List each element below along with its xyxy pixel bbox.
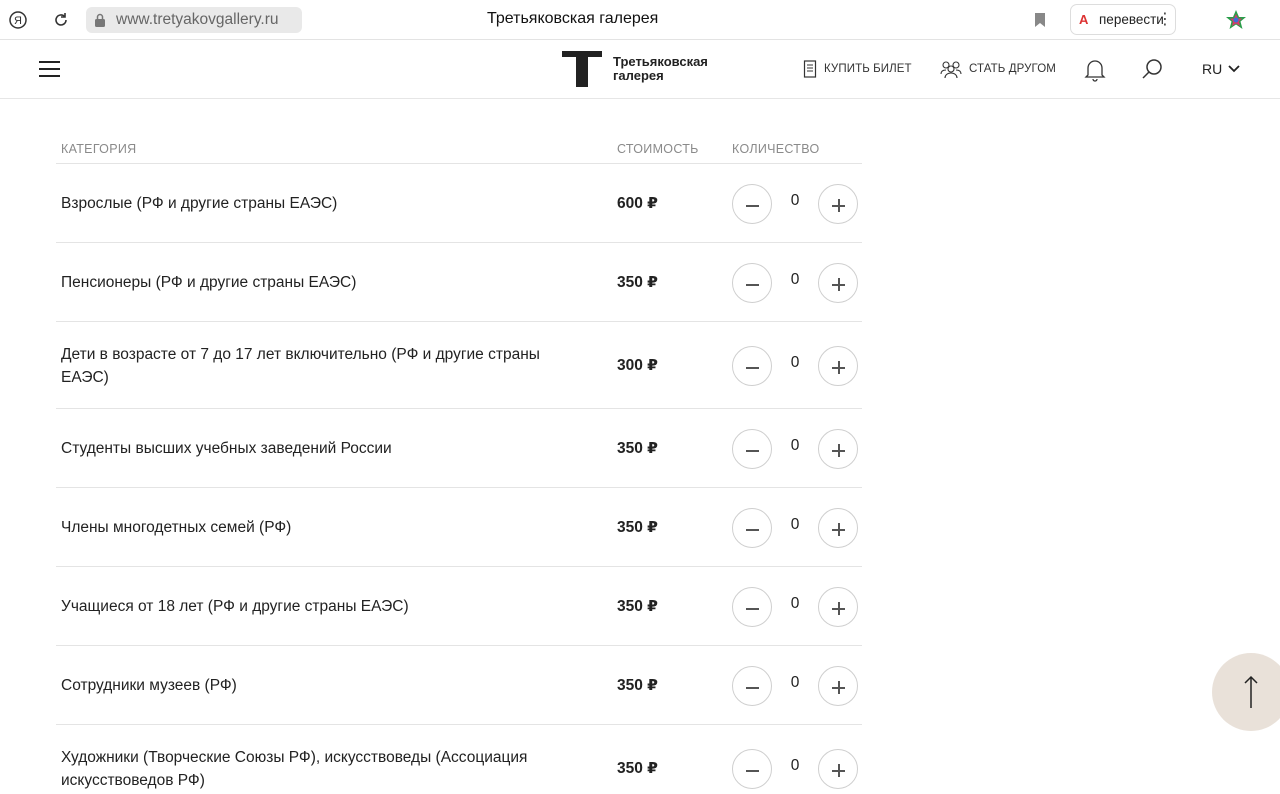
- yandex-icon[interactable]: Я: [6, 8, 30, 32]
- bell-icon[interactable]: [1084, 58, 1106, 82]
- quantity-value: 0: [790, 757, 800, 774]
- price-value: 350 ₽: [617, 519, 658, 536]
- quantity-value: 0: [790, 192, 800, 209]
- more-icon[interactable]: ⋮: [1157, 9, 1173, 29]
- price-value: 600 ₽: [617, 195, 658, 212]
- ticket-table: КАТЕГОРИЯ СТОИМОСТЬ КОЛИЧЕСТВО Взрослые …: [56, 130, 862, 794]
- quantity-value: 0: [790, 674, 800, 691]
- increase-quantity-button[interactable]: [818, 184, 858, 224]
- price-value: 350 ₽: [617, 440, 658, 457]
- increase-quantity-button[interactable]: [818, 429, 858, 469]
- buy-ticket-link[interactable]: КУПИТЬ БИЛЕТ: [803, 58, 912, 80]
- table-row: Дети в возрасте от 7 до 17 лет включител…: [56, 322, 862, 409]
- price-value: 350 ₽: [617, 274, 658, 291]
- column-price: СТОИМОСТЬ: [617, 142, 699, 156]
- logo-line-1: Третьяковская: [613, 54, 708, 69]
- table-row: Взрослые (РФ и другие страны ЕАЭС) 600 ₽ 0: [56, 164, 862, 243]
- category-label: Пенсионеры (РФ и другие страны ЕАЭС): [61, 274, 357, 291]
- become-friend-link[interactable]: СТАТЬ ДРУГОМ: [940, 58, 1056, 80]
- svg-text:Я: Я: [14, 15, 22, 27]
- extension-icon[interactable]: [1224, 8, 1248, 32]
- table-row: Сотрудники музеев (РФ) 350 ₽ 0: [56, 646, 862, 725]
- table-row: Учащиеся от 18 лет (РФ и другие страны Е…: [56, 567, 862, 646]
- price-value: 350 ₽: [617, 677, 658, 694]
- quantity-value: 0: [790, 437, 800, 454]
- category-label: Взрослые (РФ и другие страны ЕАЭС): [61, 195, 338, 212]
- category-label: Дети в возрасте от 7 до 17 лет включител…: [61, 346, 540, 386]
- price-value: 350 ₽: [617, 598, 658, 615]
- table-header: КАТЕГОРИЯ СТОИМОСТЬ КОЛИЧЕСТВО: [56, 130, 862, 164]
- ticket-icon: [803, 60, 817, 78]
- table-row: Художники (Творческие Союзы РФ), искусст…: [56, 725, 862, 794]
- site-header: Третьяковская галерея КУПИТЬ БИЛЕТ СТАТЬ…: [0, 40, 1280, 99]
- become-friend-label: СТАТЬ ДРУГОМ: [969, 63, 1056, 75]
- quantity-value: 0: [790, 595, 800, 612]
- arrow-up-icon: [1244, 675, 1258, 708]
- decrease-quantity-button[interactable]: [732, 184, 772, 224]
- category-label: Сотрудники музеев (РФ): [61, 677, 237, 694]
- quantity-value: 0: [790, 516, 800, 533]
- buy-ticket-label: КУПИТЬ БИЛЕТ: [824, 63, 912, 75]
- page-title: Третьяковская галерея: [487, 10, 659, 27]
- logo-text[interactable]: Третьяковская галерея: [613, 55, 733, 83]
- scroll-to-top-button[interactable]: [1212, 653, 1280, 731]
- category-label: Студенты высших учебных заведений России: [61, 440, 392, 457]
- table-row: Студенты высших учебных заведений России…: [56, 409, 862, 488]
- language-label: RU: [1202, 61, 1223, 77]
- price-value: 350 ₽: [617, 760, 658, 777]
- category-label: Художники (Творческие Союзы РФ), искусст…: [61, 749, 528, 789]
- category-label: Учащиеся от 18 лет (РФ и другие страны Е…: [61, 598, 409, 615]
- price-value: 300 ₽: [617, 357, 658, 374]
- search-icon[interactable]: [1141, 58, 1163, 82]
- increase-quantity-button[interactable]: [818, 587, 858, 627]
- decrease-quantity-button[interactable]: [732, 508, 772, 548]
- table-row: Пенсионеры (РФ и другие страны ЕАЭС) 350 …: [56, 243, 862, 322]
- address-bar[interactable]: www.tretyakovgallery.ru: [86, 7, 302, 33]
- reload-icon[interactable]: [49, 8, 73, 32]
- decrease-quantity-button[interactable]: [732, 346, 772, 386]
- increase-quantity-button[interactable]: [818, 346, 858, 386]
- bookmark-icon[interactable]: [1034, 12, 1046, 28]
- url-text: www.tretyakovgallery.ru: [116, 11, 279, 28]
- chevron-down-icon: [1228, 65, 1240, 73]
- translate-button[interactable]: A перевести ⋮: [1070, 4, 1176, 35]
- translate-icon: A: [1079, 12, 1089, 27]
- quantity-value: 0: [790, 354, 800, 371]
- language-selector[interactable]: RU: [1202, 61, 1240, 77]
- increase-quantity-button[interactable]: [818, 749, 858, 789]
- logo-line-2: галерея: [613, 68, 664, 83]
- category-label: Члены многодетных семей (РФ): [61, 519, 292, 536]
- logo-icon[interactable]: [562, 51, 602, 87]
- increase-quantity-button[interactable]: [818, 263, 858, 303]
- browser-toolbar: Я www.tretyakovgallery.ru Третьяковская …: [0, 0, 1280, 40]
- translate-label: перевести: [1099, 12, 1164, 27]
- users-icon: [940, 61, 962, 78]
- decrease-quantity-button[interactable]: [732, 587, 772, 627]
- column-quantity: КОЛИЧЕСТВО: [732, 142, 820, 156]
- quantity-value: 0: [790, 271, 800, 288]
- increase-quantity-button[interactable]: [818, 508, 858, 548]
- decrease-quantity-button[interactable]: [732, 429, 772, 469]
- decrease-quantity-button[interactable]: [732, 749, 772, 789]
- column-category: КАТЕГОРИЯ: [61, 142, 137, 156]
- lock-icon: [95, 13, 105, 27]
- decrease-quantity-button[interactable]: [732, 263, 772, 303]
- menu-icon[interactable]: [39, 61, 60, 77]
- table-row: Члены многодетных семей (РФ) 350 ₽ 0: [56, 488, 862, 567]
- decrease-quantity-button[interactable]: [732, 666, 772, 706]
- increase-quantity-button[interactable]: [818, 666, 858, 706]
